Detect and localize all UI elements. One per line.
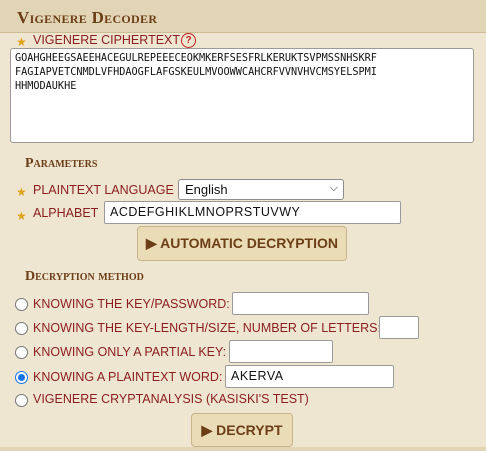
plaintext-language-value: English [185,182,228,197]
required-star-icon: ★ [16,35,27,49]
help-icon[interactable]: ? [181,33,196,48]
key-length-input[interactable] [379,316,419,339]
required-star-icon: ★ [16,185,27,199]
ciphertext-input[interactable]: GOAHGHEEGSAEEHACEGULREPEEECEOKMKERFSESFR… [10,48,474,143]
tool-header: Vigenere Decoder [0,0,486,33]
parameters-heading: Parameters [25,156,98,171]
partial-key-label: KNOWING ONLY A PARTIAL KEY: [33,345,227,359]
automatic-decryption-button[interactable]: ▶ AUTOMATIC DECRYPTION [137,226,347,261]
radio-plaintext-word[interactable] [15,371,28,384]
known-key-label: KNOWING THE KEY/PASSWORD: [33,297,230,311]
plaintext-language-select[interactable]: English ⌵ [178,179,344,200]
key-length-label: KNOWING THE KEY-LENGTH/SIZE, NUMBER OF L… [33,321,381,335]
kasiski-label: VIGENERE CRYPTANALYSIS (KASISKI'S TEST) [33,392,309,406]
radio-kasiski[interactable] [15,394,28,407]
alphabet-label: ALPHABET [33,206,99,220]
radio-key-length[interactable] [15,322,28,335]
plaintext-language-label: PLAINTEXT LANGUAGE [33,183,174,197]
radio-partial-key[interactable] [15,346,28,359]
ciphertext-label: VIGENERE CIPHERTEXT [33,33,181,47]
required-star-icon: ★ [16,209,27,223]
radio-known-key[interactable] [15,298,28,311]
key-input[interactable] [232,292,369,315]
decrypt-button[interactable]: ▶ DECRYPT [191,413,293,447]
chevron-down-icon: ⌵ [329,182,338,194]
partial-key-input[interactable] [229,340,333,363]
panel-bottom-edge [0,447,486,451]
decryption-method-heading: Decryption method [25,269,144,284]
plaintext-word-input[interactable]: AKERVA [225,365,394,388]
tool-title: Vigenere Decoder [17,8,158,27]
plaintext-word-label: KNOWING A PLAINTEXT WORD: [33,370,223,384]
alphabet-input[interactable]: ACDEFGHIKLMNOPRSTUVWY [104,201,401,224]
